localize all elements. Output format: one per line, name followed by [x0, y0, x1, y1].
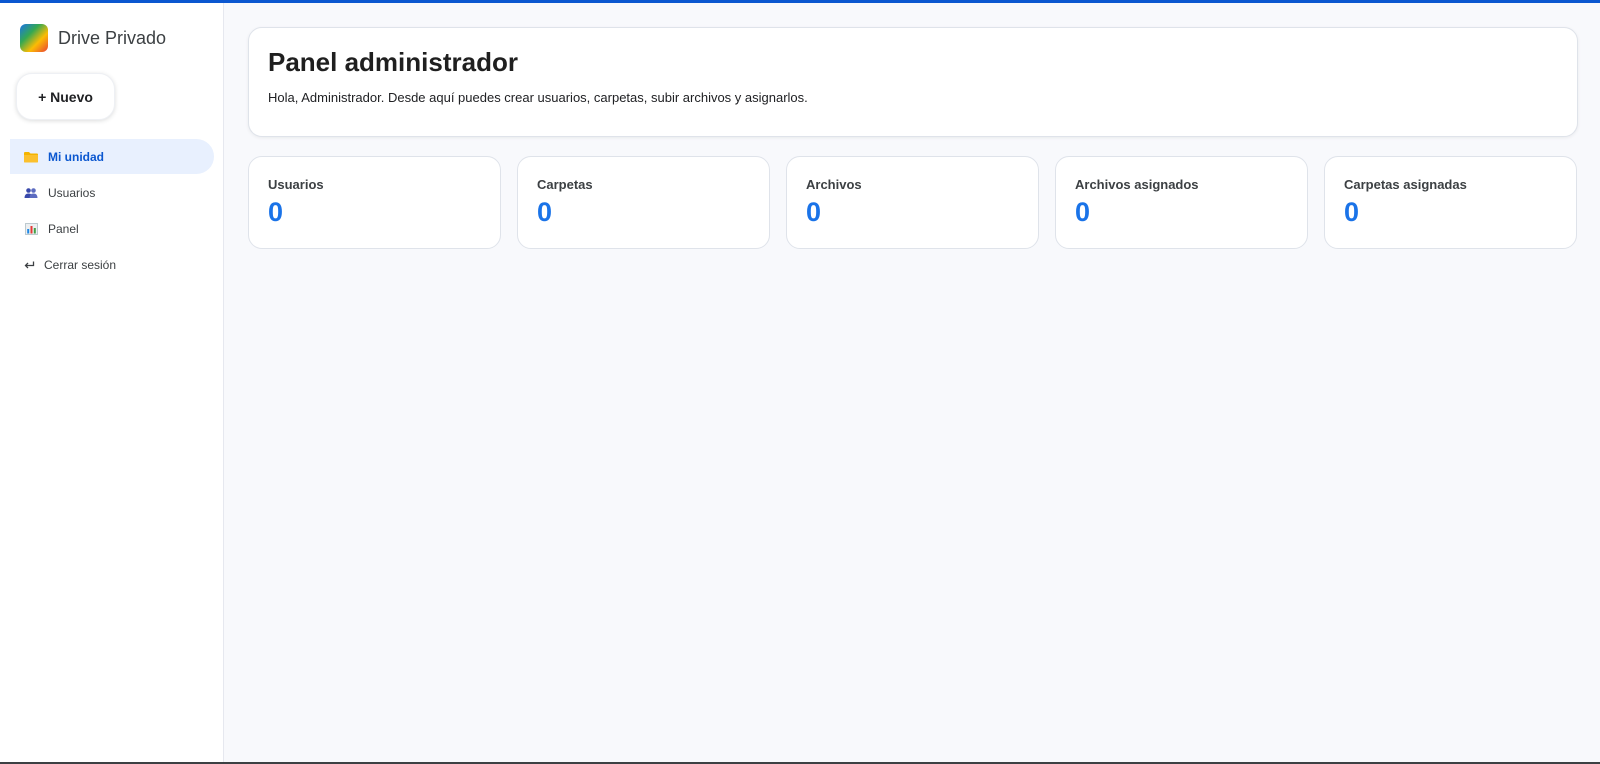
sidebar-item-usuarios[interactable]: Usuarios: [10, 175, 214, 210]
users-icon: [24, 186, 38, 200]
bar-chart-icon: [24, 222, 38, 236]
brand-name: Drive Privado: [58, 27, 167, 48]
stat-card-carpetas-asignadas: Carpetas asignadas 0: [1324, 156, 1577, 249]
stat-value: 0: [806, 197, 822, 227]
sidebar-item-label: Mi unidad: [48, 149, 104, 164]
logout-label: Cerrar sesión: [44, 258, 117, 272]
stat-card-archivos-asignados: Archivos asignados 0: [1055, 156, 1308, 249]
drive-logo-icon: [20, 24, 48, 52]
welcome-card: Panel administrador Hola, Administrador.…: [248, 27, 1578, 137]
stat-label: Archivos asignados: [1075, 177, 1199, 192]
stat-value: 0: [1344, 197, 1360, 227]
logout-icon: [22, 258, 36, 272]
sidebar: Drive Privado + Nuevo Mi unidad Usuarios…: [0, 3, 224, 762]
page-title: Panel administrador: [268, 47, 518, 77]
sidebar-item-panel[interactable]: Panel: [10, 211, 214, 246]
stat-label: Archivos: [806, 177, 862, 192]
brand[interactable]: Drive Privado: [20, 24, 166, 52]
stat-card-usuarios: Usuarios 0: [248, 156, 501, 249]
folder-icon: [24, 150, 38, 164]
new-button[interactable]: + Nuevo: [16, 73, 115, 120]
top-accent-bar: [0, 0, 1600, 3]
logout-link[interactable]: Cerrar sesión: [22, 255, 116, 275]
stat-value: 0: [1075, 197, 1091, 227]
stats-row: Usuarios 0 Carpetas 0 Archivos 0 Archivo…: [248, 156, 1578, 249]
sidebar-item-mi-unidad[interactable]: Mi unidad: [10, 139, 214, 174]
page-subtitle: Hola, Administrador. Desde aquí puedes c…: [268, 90, 808, 105]
stat-value: 0: [537, 197, 553, 227]
stat-value: 0: [268, 197, 284, 227]
sidebar-item-label: Panel: [48, 221, 79, 236]
sidebar-item-label: Usuarios: [48, 185, 96, 200]
stat-label: Carpetas asignadas: [1344, 177, 1467, 192]
stat-label: Usuarios: [268, 177, 324, 192]
sidebar-nav: Mi unidad Usuarios Panel: [10, 139, 214, 247]
stat-card-archivos: Archivos 0: [786, 156, 1039, 249]
stat-label: Carpetas: [537, 177, 593, 192]
stat-card-carpetas: Carpetas 0: [517, 156, 770, 249]
